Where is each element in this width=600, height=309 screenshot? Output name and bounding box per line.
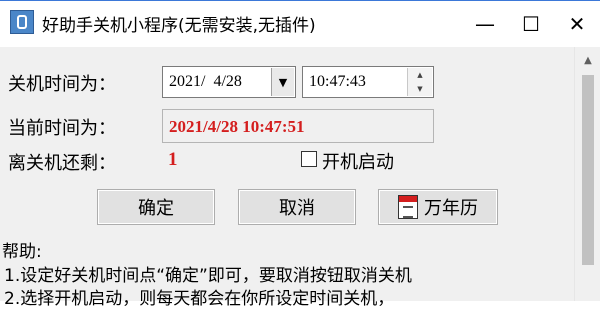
current-time-value: 2021/4/28 10:47:51 bbox=[169, 117, 305, 136]
time-value: 10:47:43 bbox=[309, 73, 366, 90]
time-spinner[interactable]: ▲ ▼ bbox=[407, 68, 432, 96]
chevron-down-icon[interactable]: ▼ bbox=[271, 68, 294, 96]
help-title: 帮助: bbox=[2, 242, 42, 262]
title-bar: 好助手关机小程序(无需安装,无插件) — ☐ ✕ bbox=[0, 1, 600, 47]
window-title: 好助手关机小程序(无需安装,无插件) bbox=[42, 16, 316, 36]
window-controls: — ☐ ✕ bbox=[462, 1, 600, 47]
remaining-label: 离关机还剩： bbox=[8, 153, 116, 174]
cancel-button[interactable]: 取消 bbox=[238, 189, 356, 225]
time-picker[interactable]: 10:47:43 ▲ ▼ bbox=[302, 66, 434, 98]
remaining-value: 1 bbox=[168, 149, 178, 170]
shutdown-time-label: 关机时间为： bbox=[8, 74, 116, 95]
help-line-2: 2.选择开机启动，则每天都会在你所设定时间关机， bbox=[4, 289, 395, 309]
startup-checkbox-label[interactable]: 开机启动 bbox=[322, 148, 394, 174]
app-icon bbox=[10, 10, 34, 34]
calendar-button-label: 万年历 bbox=[424, 198, 478, 219]
scroll-up-icon[interactable]: ▲ bbox=[575, 49, 600, 71]
scrollbar-thumb[interactable] bbox=[582, 75, 594, 265]
cancel-button-label: 取消 bbox=[279, 198, 315, 219]
spin-up-icon[interactable]: ▲ bbox=[408, 68, 432, 82]
date-picker[interactable]: 2021/ 4/28 ▼ bbox=[162, 66, 296, 98]
spin-down-icon[interactable]: ▼ bbox=[408, 82, 432, 96]
calendar-icon bbox=[398, 195, 418, 219]
maximize-button[interactable]: ☐ bbox=[508, 1, 554, 47]
current-time-label: 当前时间为： bbox=[8, 118, 116, 139]
ok-button-label: 确定 bbox=[138, 198, 174, 219]
app-window: 好助手关机小程序(无需安装,无插件) — ☐ ✕ 关机时间为： 2021/ 4/… bbox=[0, 0, 600, 309]
startup-checkbox[interactable] bbox=[301, 151, 317, 167]
vertical-scrollbar[interactable]: ▲ bbox=[574, 47, 600, 301]
calendar-button[interactable]: 万年历 bbox=[378, 189, 498, 225]
help-line-1: 1.设定好关机时间点“确定”即可，要取消按钮取消关机 bbox=[4, 266, 412, 286]
minimize-button[interactable]: — bbox=[462, 1, 508, 47]
date-value: 2021/ 4/28 bbox=[169, 73, 242, 90]
close-button[interactable]: ✕ bbox=[554, 1, 600, 47]
current-time-display: 2021/4/28 10:47:51 bbox=[162, 109, 434, 143]
ok-button[interactable]: 确定 bbox=[97, 189, 215, 225]
